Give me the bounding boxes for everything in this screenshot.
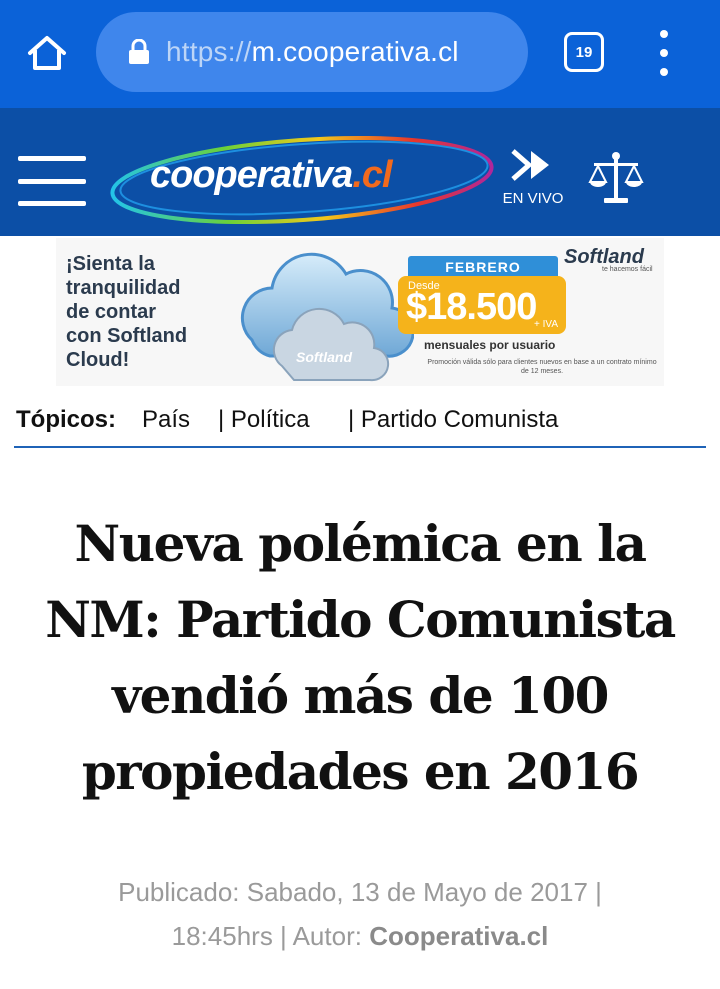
ad-line: de contar [66, 301, 157, 323]
article-headline: Nueva polémica en la NM: Partido Comunis… [8, 506, 712, 810]
scales-icon[interactable] [588, 148, 644, 208]
url-host: m.cooperativa.cl [251, 36, 459, 67]
home-icon[interactable] [22, 28, 72, 78]
byline-time: 18:45hrs | Autor: [171, 921, 370, 951]
byline-time-author: 18:45hrs | Autor: Cooperativa.cl [60, 914, 660, 958]
ad-line: Cloud! [66, 349, 130, 371]
ad-banner[interactable]: ¡Sienta la tranquilidad de contar con So… [56, 238, 664, 386]
fast-forward-icon [511, 149, 549, 181]
cloud-label: Softland [296, 349, 352, 365]
live-label: EN VIVO [502, 190, 564, 207]
article-byline: Publicado: Sabado, 13 de Mayo de 2017 | … [60, 870, 660, 958]
headline-line: propiedades en 2016 [81, 742, 640, 801]
more-vert-icon[interactable] [650, 30, 678, 76]
ad-fine-print: Promoción válida sólo para clientes nuev… [427, 359, 657, 375]
topics-bar: Tópicos: País | Política | Partido Comun… [14, 400, 706, 448]
lock-icon [128, 39, 152, 65]
site-logo[interactable]: cooperativa.cl [104, 128, 500, 228]
logo-main: cooperativa [150, 154, 353, 196]
headline-line: Nueva polémica en la [74, 514, 647, 573]
ad-line: tranquilidad [66, 277, 181, 299]
hamburger-icon[interactable] [18, 156, 86, 206]
topics-label: Tópicos: [16, 406, 116, 433]
byline-date: Publicado: Sabado, 13 de Mayo de 2017 | [118, 877, 602, 907]
live-button[interactable]: EN VIVO [498, 148, 568, 218]
cloud-illustration: Softland [240, 252, 414, 382]
browser-toolbar: https://m.cooperativa.cl 19 [0, 0, 720, 108]
topic-link[interactable]: País [142, 406, 190, 434]
logo-tld: .cl [352, 154, 392, 196]
ad-price-box: Desde $18.500 + IVA [398, 276, 566, 334]
site-header: cooperativa.cl EN VIVO [0, 108, 720, 236]
logo-wordmark: cooperativa.cl [150, 154, 393, 197]
ad-headline: ¡Sienta la tranquilidad de contar con So… [66, 252, 242, 372]
byline-author[interactable]: Cooperativa.cl [369, 921, 548, 951]
url-text: https://m.cooperativa.cl [166, 36, 459, 68]
ad-monthly: mensuales por usuario [424, 338, 556, 352]
topic-link[interactable]: | Partido Comunista [348, 406, 558, 434]
ad-month: FEBRERO [408, 256, 558, 278]
headline-line: NM: Partido Comunista [45, 590, 676, 649]
ad-line: ¡Sienta la [66, 253, 155, 275]
ad-price: $18.500 [406, 286, 537, 328]
url-scheme: https:// [166, 36, 252, 67]
topic-link[interactable]: | Política [218, 406, 310, 434]
tab-switcher-button[interactable]: 19 [564, 32, 604, 72]
headline-line: vendió más de 100 [112, 666, 609, 725]
ad-line: con Softland [66, 325, 188, 347]
address-bar[interactable]: https://m.cooperativa.cl [96, 12, 528, 92]
ad-iva: + IVA [534, 319, 558, 330]
ad-tagline: te hacemos fácil [602, 266, 653, 273]
